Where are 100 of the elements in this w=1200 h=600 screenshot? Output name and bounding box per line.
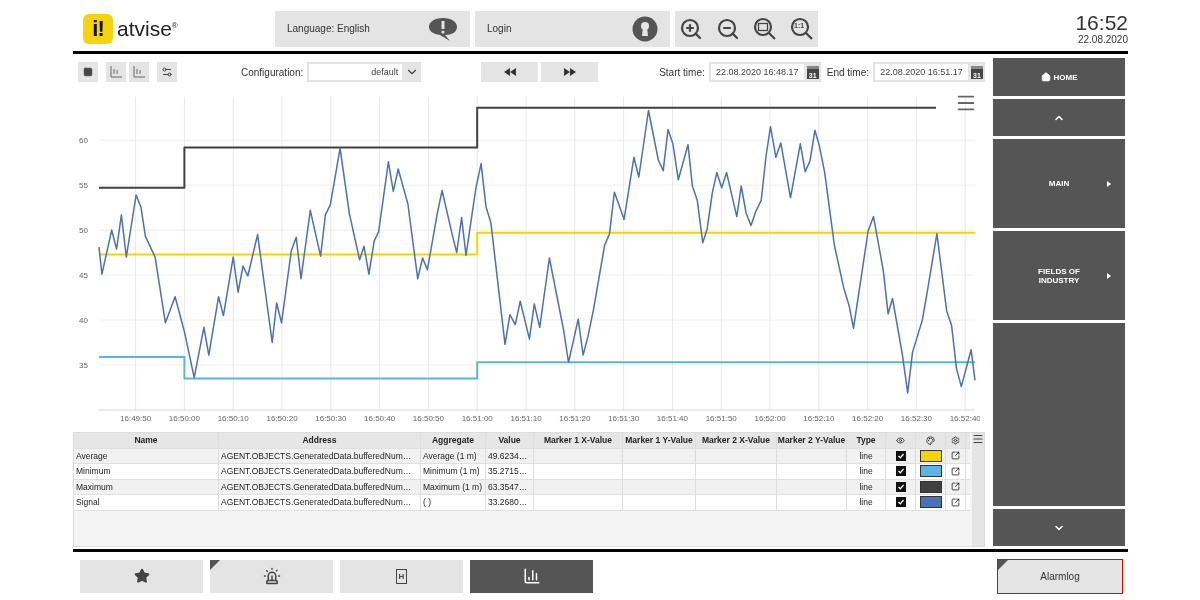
menu-button[interactable]: MAIN [993,139,1125,228]
rewind-button[interactable] [481,62,539,82]
x-tick-label: 16:50:10 [217,414,249,423]
forward-button[interactable] [541,62,599,82]
table-cell: Maximum [74,479,219,494]
login-button[interactable]: Login [475,10,670,47]
configuration-dropdown[interactable]: default [307,62,422,82]
edit-icon[interactable] [951,466,960,476]
x-tick-label: 16:51:50 [705,414,737,423]
color-swatch[interactable] [919,465,942,478]
table-cell: ( ) [421,495,486,510]
rewind-icon [503,68,516,76]
clock-date: 22.08.2020 [1077,34,1128,45]
table-cell: Minimum [74,464,219,479]
column-header: Value [486,433,534,448]
document-icon: H [396,568,407,584]
x-tick-label: 16:52:40 [949,414,980,423]
x-tick-label: 16:50:20 [266,414,298,423]
palette-icon [926,435,935,445]
logo-badge: i! [83,13,113,44]
y-tick-label: 45 [79,271,88,281]
triangle-right-icon [1107,272,1111,279]
edit-icon[interactable] [951,482,960,492]
menu-button[interactable]: FIELDS OF INDUSTRY [993,231,1125,320]
stop-button[interactable] [78,62,98,82]
axis-icon [132,65,146,79]
x-tick-label: 16:49:50 [120,414,152,423]
siren-icon [262,567,281,585]
x-tick-label: 16:50:30 [315,414,347,423]
color-swatch[interactable] [919,480,942,493]
x-tick-label: 16:50:40 [364,414,396,423]
x-tick-label: 16:50:50 [412,414,444,423]
column-header: Marker 2 Y-Value [777,433,847,448]
table-cell: AGENT.OBJECTS.GeneratedData.bufferedNum… [219,479,421,494]
star-icon [133,568,150,584]
color-swatch[interactable] [919,496,942,509]
zoom-in-icon[interactable] [679,16,703,41]
menu-icon[interactable] [972,433,984,445]
edit-icon[interactable] [951,451,960,461]
corner-flag-icon [210,559,220,570]
table-cell: AGENT.OBJECTS.GeneratedData.bufferedNum… [219,448,421,463]
table-cell: line [847,464,886,479]
end-time-label: End time: [826,66,869,78]
visibility-checkbox[interactable] [895,481,906,492]
zoom-fit-icon[interactable] [753,16,777,41]
alarms-button[interactable] [210,559,333,593]
bar-chart-icon [522,567,541,585]
x-tick-label: 16:51:40 [656,414,688,423]
table-cell: Average (1 m) [421,448,486,463]
column-header: Type [847,433,886,448]
x-tick-label: 16:52:20 [852,414,884,423]
alarmlog-button[interactable]: Alarmlog [997,558,1123,594]
x-tick-label: 16:51:00 [461,414,493,423]
stop-icon [83,67,93,77]
x-tick-label: 16:51:30 [608,414,640,423]
y-tick-label: 50 [79,226,88,236]
column-header: Marker 1 X-Value [534,433,623,448]
x-tick-label: 16:51:20 [559,414,591,423]
language-button[interactable]: Language: English [275,10,470,47]
visibility-checkbox[interactable] [895,497,906,508]
column-header: Name [74,433,219,448]
table-cell: line [847,448,886,463]
table-cell: Average [74,448,219,463]
settings-button[interactable] [157,62,177,82]
logo-text: atvise$^{®}$ [117,16,178,41]
y-tick-label: 55 [79,181,88,191]
table-cell: AGENT.OBJECTS.GeneratedData.bufferedNum… [219,464,421,479]
x-tick-label: 16:52:00 [754,414,786,423]
visibility-checkbox[interactable] [895,466,906,477]
document-button[interactable]: H [340,559,463,593]
table-cell: Signal [74,495,219,510]
clock-time: 16:52 [1075,12,1128,34]
zoom-out-icon[interactable] [716,16,740,41]
home-icon [1040,72,1051,82]
column-header: Marker 1 Y-Value [623,433,696,448]
axis-icon [109,65,123,79]
table-cell: 33.2680… [486,495,534,510]
eye-icon [896,435,905,445]
table-cell: 35.2715… [486,464,534,479]
x-tick-label: 16:51:10 [510,414,542,423]
visibility-checkbox[interactable] [895,450,906,461]
x-tick-label: 16:50:00 [168,414,200,423]
y-tick-label: 40 [79,316,88,326]
table-cell: Minimum (1 m) [421,464,486,479]
favorites-button[interactable] [80,559,203,593]
table-cell: 49.6234… [486,448,534,463]
column-header: Marker 2 X-Value [696,433,777,448]
table-cell: 63.3547… [486,479,534,494]
x-tick-label: 16:52:10 [803,414,835,423]
trend-button[interactable] [470,559,593,593]
keyhole-icon [632,15,658,42]
y-tick-label: 35 [79,361,88,371]
home-button[interactable]: HOME [993,58,1125,96]
table-cell: line [847,495,886,510]
color-swatch[interactable] [919,449,942,462]
edit-icon[interactable] [951,497,960,507]
fast-forward-icon [563,68,576,76]
column-header: Address [219,433,421,448]
table-cell: Maximum (1 m) [421,479,486,494]
y-tick-label: 60 [79,136,88,146]
